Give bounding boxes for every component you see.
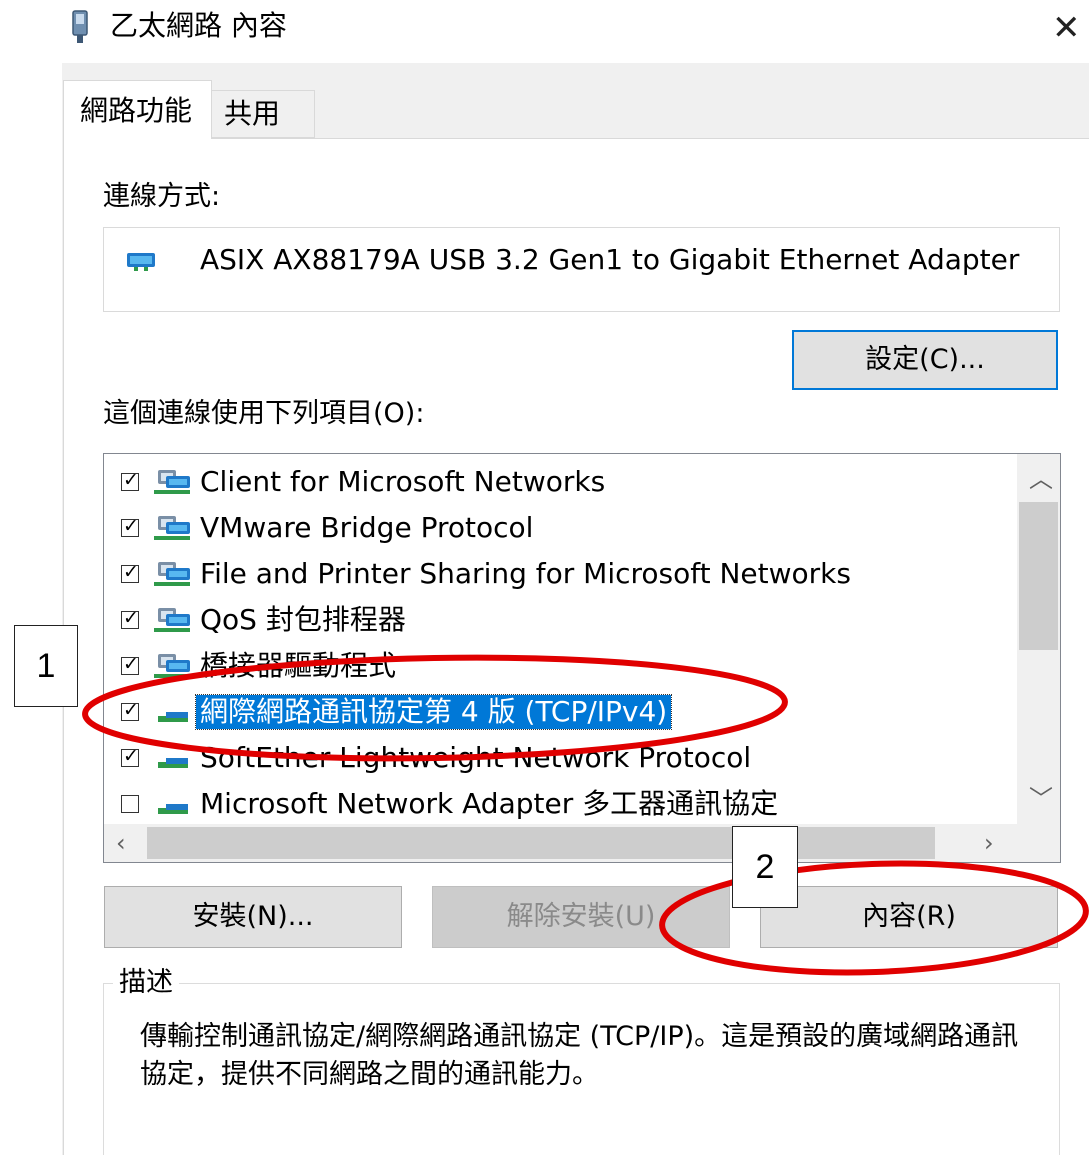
uninstall-button[interactable]: 解除安裝(U): [432, 886, 730, 948]
scroll-up-icon[interactable]: ︿: [1029, 464, 1053, 494]
list-item-label: 橋接器驅動程式: [200, 649, 397, 682]
protocol-icon: [158, 712, 188, 722]
list-item[interactable]: ✓ Client for Microsoft Networks: [104, 460, 1014, 506]
list-item[interactable]: Microsoft Network Adapter 多工器通訊協定: [104, 782, 1014, 828]
list-item[interactable]: ✓ VMware Bridge Protocol: [104, 506, 1014, 552]
list-item-label: Client for Microsoft Networks: [200, 465, 606, 498]
adapter-box: ASIX AX88179A USB 3.2 Gen1 to Gigabit Et…: [103, 227, 1060, 312]
tab-sharing[interactable]: 共用: [211, 90, 315, 138]
connect-using-label: 連線方式:: [103, 181, 221, 212]
checkmark-icon: ✓: [123, 561, 139, 583]
scroll-left-icon[interactable]: ‹: [116, 828, 126, 858]
checkmark-icon: ✓: [123, 745, 139, 767]
protocol-icon: [158, 758, 188, 768]
item-checkbox[interactable]: ✓: [121, 469, 139, 491]
window-title: 乙太網路 內容: [110, 9, 287, 42]
components-list[interactable]: ✓ Client for Microsoft Networks ✓ VMware Br…: [103, 453, 1061, 863]
list-item[interactable]: ✓ File and Printer Sharing for Microsoft …: [104, 552, 1014, 598]
scroll-right-icon[interactable]: ›: [984, 828, 994, 858]
network-adapter-icon: [72, 10, 88, 43]
checkmark-icon: ✓: [123, 607, 139, 629]
vertical-scrollbar[interactable]: ︿ ﹀: [1017, 454, 1060, 824]
description-legend: 描述: [113, 966, 179, 1000]
item-checkbox[interactable]: ✓: [121, 745, 139, 767]
item-checkbox[interactable]: ✓: [121, 699, 139, 721]
list-item[interactable]: ✓ QoS 封包排程器: [104, 598, 1014, 644]
annotation-marker-1: 1: [14, 625, 78, 707]
list-item-label: SoftEther Lightweight Network Protocol: [200, 741, 752, 774]
item-checkbox[interactable]: ✓: [121, 607, 139, 629]
list-item[interactable]: ✓ 網際網路通訊協定第 4 版 (TCP/IPv4): [104, 690, 1014, 736]
item-checkbox[interactable]: ✓: [121, 515, 139, 537]
install-button[interactable]: 安裝(N)...: [104, 886, 402, 948]
horizontal-scroll-thumb[interactable]: [147, 827, 935, 859]
checkmark-icon: ✓: [123, 653, 139, 675]
adapter-icon: [127, 253, 155, 271]
adapter-name: ASIX AX88179A USB 3.2 Gen1 to Gigabit Et…: [200, 243, 1020, 276]
horizontal-scrollbar[interactable]: ‹ ›: [104, 824, 1017, 862]
list-item-label: VMware Bridge Protocol: [200, 511, 534, 544]
description-text: 傳輸控制通訊協定/網際網路通訊協定 (TCP/IP)。這是預設的廣域網路通訊協定…: [140, 1021, 1019, 1090]
checkmark-icon: ✓: [123, 699, 139, 721]
configure-button[interactable]: 設定(C)...: [792, 330, 1058, 390]
list-item-label: 網際網路通訊協定第 4 版 (TCP/IPv4): [194, 694, 673, 730]
network-client-icon: [154, 654, 190, 678]
list-item[interactable]: ✓ 橋接器驅動程式: [104, 644, 1014, 690]
properties-button[interactable]: 內容(R): [760, 886, 1058, 948]
checkmark-icon: ✓: [123, 515, 139, 537]
vertical-scroll-thumb[interactable]: [1019, 502, 1058, 650]
list-item-label: File and Printer Sharing for Microsoft N…: [200, 557, 851, 590]
scroll-corner: [1017, 824, 1060, 862]
item-checkbox[interactable]: ✓: [121, 561, 139, 583]
item-checkbox[interactable]: ✓: [121, 653, 139, 675]
scroll-down-icon[interactable]: ﹀: [1029, 784, 1053, 814]
list-item-label: QoS 封包排程器: [200, 603, 406, 636]
list-item-label: Microsoft Network Adapter 多工器通訊協定: [200, 787, 779, 820]
network-client-icon: [154, 562, 190, 586]
annotation-marker-2: 2: [732, 826, 798, 908]
items-label: 這個連線使用下列項目(O):: [103, 398, 425, 429]
network-client-icon: [154, 516, 190, 540]
close-icon[interactable]: ✕: [1052, 8, 1081, 48]
checkmark-icon: ✓: [123, 469, 139, 491]
network-client-icon: [154, 608, 190, 632]
item-checkbox[interactable]: [121, 795, 139, 813]
title-bar: 乙太網路 內容 ✕: [0, 0, 1089, 60]
list-item[interactable]: ✓ SoftEther Lightweight Network Protocol: [104, 736, 1014, 782]
network-client-icon: [154, 470, 190, 494]
protocol-icon: [158, 804, 188, 814]
tab-networking[interactable]: 網路功能: [63, 80, 212, 139]
